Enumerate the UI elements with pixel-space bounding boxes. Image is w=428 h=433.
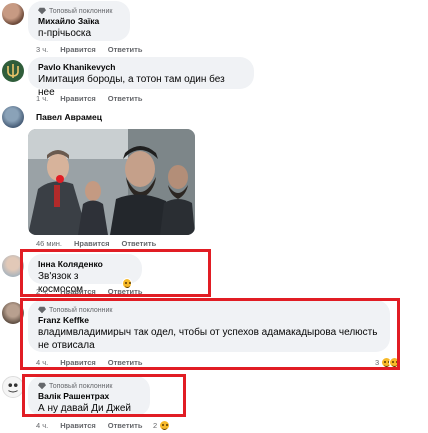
comment-actions: 4 ч. Нравится Ответить	[36, 421, 142, 430]
reply-button[interactable]: Ответить	[108, 287, 143, 296]
like-button[interactable]: Нравится	[60, 94, 96, 103]
reaction-count[interactable]: 2	[153, 420, 171, 431]
comment-actions: 46 мин. Нравится Ответить	[36, 239, 156, 248]
comment-author[interactable]: Павел Аврамец	[36, 112, 102, 123]
comment-actions: 3 ч. Нравится Ответить	[36, 45, 142, 54]
comment-actions: 4 ч. Нравится Ответить	[36, 358, 142, 367]
trident-icon	[7, 64, 19, 78]
comment-time[interactable]: 3 ч.	[36, 45, 48, 54]
comment-bubble: Топовый поклонник Franz Keffke владимвла…	[28, 300, 390, 352]
comment-time[interactable]: 2 ч.	[36, 287, 48, 296]
comment-text: владимвладимирыч так одел, чтобы от успе…	[38, 327, 378, 351]
laugh-emoji-icon	[389, 357, 401, 368]
reply-button[interactable]: Ответить	[108, 94, 143, 103]
like-button[interactable]: Нравится	[60, 45, 96, 54]
top-fan-badge: Топовый поклонник	[38, 6, 120, 16]
top-fan-badge: Топовый поклонник	[38, 305, 380, 315]
comment-bubble: Топовый поклонник Михайло Заїка п-прічьо…	[28, 1, 130, 41]
cartoon-avatar-icon	[8, 383, 18, 393]
like-button[interactable]: Нравится	[60, 358, 96, 367]
avatar[interactable]	[2, 60, 24, 82]
diamond-icon	[38, 382, 46, 390]
comment-photo[interactable]	[28, 129, 195, 235]
comment-text: А ну давай Ди Джей	[38, 403, 132, 414]
comment-text: п-прічьоска	[38, 28, 92, 39]
comment-author[interactable]: Валік Рашентрах	[38, 391, 140, 402]
like-button[interactable]: Нравится	[60, 287, 96, 296]
avatar[interactable]	[2, 302, 24, 324]
like-button[interactable]: Нравится	[60, 421, 96, 430]
comment-bubble: Інна Коляденко Зв'язок з космосом	[28, 254, 142, 295]
top-fan-badge: Топовый поклонник	[38, 381, 140, 391]
avatar[interactable]	[2, 376, 24, 398]
comment-actions: 2 ч. Нравится Ответить	[36, 287, 142, 296]
comment-author[interactable]: Інна Коляденко	[38, 259, 132, 270]
comment-bubble: Топовый поклонник Валік Рашентрах А ну д…	[28, 376, 150, 416]
comment-time[interactable]: 1 ч.	[36, 94, 48, 103]
comment-author[interactable]: Franz Keffke	[38, 315, 380, 326]
reaction-count[interactable]: 3	[375, 357, 401, 368]
diamond-icon	[38, 306, 46, 314]
photo-image	[28, 129, 195, 235]
reply-button[interactable]: Ответить	[122, 239, 157, 248]
comment-bubble: Pavlo Khanikevych Имитация бороды, а тот…	[28, 57, 254, 98]
like-button[interactable]: Нравится	[74, 239, 110, 248]
comment-actions: 1 ч. Нравится Ответить	[36, 94, 142, 103]
avatar[interactable]	[2, 255, 24, 277]
diamond-icon	[38, 7, 46, 15]
reply-button[interactable]: Ответить	[108, 45, 143, 54]
comment-time[interactable]: 46 мин.	[36, 239, 62, 248]
comment-author[interactable]: Pavlo Khanikevych	[38, 62, 244, 73]
comment-time[interactable]: 4 ч.	[36, 358, 48, 367]
reply-button[interactable]: Ответить	[108, 358, 143, 367]
avatar[interactable]	[2, 3, 24, 25]
reply-button[interactable]: Ответить	[108, 421, 143, 430]
avatar[interactable]	[2, 106, 24, 128]
comment-time[interactable]: 4 ч.	[36, 421, 48, 430]
comment-author[interactable]: Михайло Заїка	[38, 16, 120, 27]
haha-emoji-icon	[159, 420, 171, 431]
